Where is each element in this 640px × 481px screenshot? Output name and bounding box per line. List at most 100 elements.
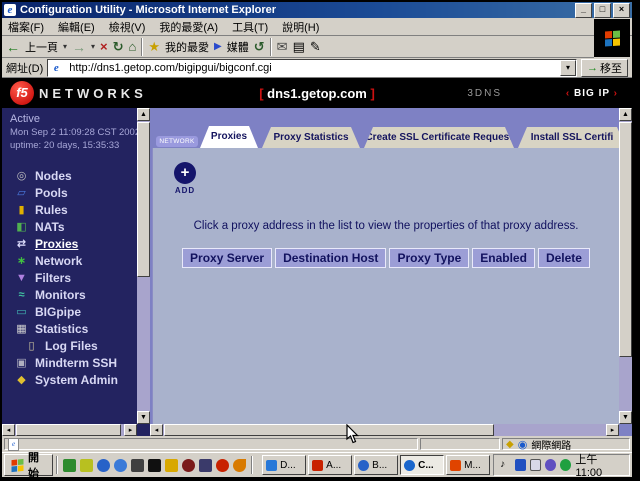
forward-icon[interactable]: → xyxy=(72,39,86,55)
go-arrow-icon: → xyxy=(587,62,598,74)
scroll-right-icon[interactable]: ▸ xyxy=(606,424,619,436)
menu-favorites[interactable]: 我的最愛(A) xyxy=(159,19,218,35)
add-plus-icon[interactable]: + xyxy=(174,162,196,184)
quick-launch-icon[interactable] xyxy=(165,459,178,472)
network-map-button[interactable]: NETWORK MAP xyxy=(156,136,198,147)
sidebar-item-label: Rules xyxy=(35,203,68,217)
quick-launch-icon[interactable] xyxy=(148,459,161,472)
close-button[interactable]: × xyxy=(613,3,630,18)
sidebar-item-network[interactable]: ∗Network xyxy=(2,252,150,269)
task-button-2[interactable]: A... xyxy=(308,455,352,475)
scroll-down-icon[interactable]: ▼ xyxy=(619,411,632,424)
quick-launch-icon[interactable] xyxy=(63,459,76,472)
content-horizontal-scrollbar[interactable]: ◂ ▸ xyxy=(150,424,619,436)
home-icon[interactable]: ⌂ xyxy=(129,39,137,55)
scroll-up-icon[interactable]: ▲ xyxy=(137,108,150,121)
sidebar-item-label: Network xyxy=(35,254,82,268)
media-button-label[interactable]: 媒體 xyxy=(227,39,249,55)
globe-icon: ◉ xyxy=(518,438,528,451)
ime-language-icon[interactable] xyxy=(515,459,526,471)
content-vertical-scrollbar[interactable]: ▲ ▼ xyxy=(619,108,632,424)
scroll-right-icon[interactable]: ▸ xyxy=(124,424,137,436)
task-button-3[interactable]: B... xyxy=(354,455,398,475)
favorites-icon[interactable]: ★ xyxy=(148,39,160,55)
app-icon xyxy=(450,460,461,471)
sidebar-item-proxies[interactable]: ⇄Proxies xyxy=(2,235,150,252)
sidebar-item-mindterm-ssh[interactable]: ▣Mindterm SSH xyxy=(2,354,150,371)
quick-launch-icon[interactable] xyxy=(80,459,93,472)
sidebar-item-statistics[interactable]: ▦Statistics xyxy=(2,320,150,337)
task-button-4-active[interactable]: C... xyxy=(400,455,444,475)
column-header-delete[interactable]: Delete xyxy=(538,248,590,268)
address-input[interactable] xyxy=(69,61,557,74)
print-icon[interactable]: ▤ xyxy=(293,39,305,55)
stop-icon[interactable]: × xyxy=(100,39,108,55)
column-header-enabled[interactable]: Enabled xyxy=(472,248,535,268)
back-dropdown-icon[interactable]: ▾ xyxy=(63,42,67,51)
start-button[interactable]: 開始 xyxy=(4,454,53,476)
history-icon[interactable]: ↺ xyxy=(254,39,265,55)
navigation-sidebar: Active Mon Sep 2 11:09:28 CST 2002 uptim… xyxy=(2,108,150,436)
edit-icon[interactable]: ✎ xyxy=(310,39,321,55)
quick-launch-icon[interactable] xyxy=(114,459,127,472)
tab-create-ssl-certificate-request[interactable]: Create SSL Certificate Request xyxy=(364,127,514,148)
forward-dropdown-icon[interactable]: ▾ xyxy=(91,42,95,51)
tab-proxy-statistics[interactable]: Proxy Statistics xyxy=(262,127,360,148)
tab-proxies[interactable]: Proxies xyxy=(200,126,258,148)
menu-file[interactable]: 檔案(F) xyxy=(8,19,44,35)
menu-tools[interactable]: 工具(T) xyxy=(232,19,268,35)
quick-launch-icon[interactable] xyxy=(233,459,246,472)
sidebar-item-nodes[interactable]: ◎Nodes xyxy=(2,167,150,184)
scrollbar-thumb[interactable] xyxy=(164,424,494,436)
status-uptime: uptime: 20 days, 15:35:33 xyxy=(10,139,150,152)
sidebar-item-log-files[interactable]: ▯Log Files xyxy=(2,337,150,354)
task-button-label: M... xyxy=(464,460,481,471)
scrollbar-thumb[interactable] xyxy=(619,122,632,357)
security-icon: ◆ xyxy=(506,439,514,450)
sidebar-horizontal-scrollbar[interactable]: ◂ ▸ xyxy=(2,424,137,436)
sidebar-item-monitors[interactable]: ≈Monitors xyxy=(2,286,150,303)
sidebar-item-filters[interactable]: ▼Filters xyxy=(2,269,150,286)
favorites-button-label[interactable]: 我的最愛 xyxy=(165,39,209,55)
column-header-proxy-server[interactable]: Proxy Server xyxy=(182,248,272,268)
quick-launch-icon[interactable] xyxy=(199,459,212,472)
menu-help[interactable]: 說明(H) xyxy=(282,19,319,35)
sidebar-item-nats[interactable]: ◧NATs xyxy=(2,218,150,235)
scroll-left-icon[interactable]: ◂ xyxy=(150,424,163,436)
media-icon[interactable]: ▶ xyxy=(214,39,222,55)
refresh-icon[interactable]: ↻ xyxy=(113,39,124,55)
mail-icon[interactable]: ✉ xyxy=(277,39,288,55)
quick-launch-icon[interactable] xyxy=(131,459,144,472)
go-button[interactable]: → 移至 xyxy=(581,59,628,77)
quick-launch-icon[interactable] xyxy=(97,459,110,472)
sidebar-item-system-admin[interactable]: ◆System Admin xyxy=(2,371,150,388)
scrollbar-thumb[interactable] xyxy=(16,424,121,436)
quick-launch-icon[interactable] xyxy=(216,459,229,472)
back-button-label[interactable]: 上一頁 xyxy=(25,39,58,55)
address-dropdown-icon[interactable]: ▾ xyxy=(560,60,576,76)
scroll-left-icon[interactable]: ◂ xyxy=(2,424,15,436)
display-settings-icon[interactable] xyxy=(530,459,541,471)
sidebar-item-pools[interactable]: ▱Pools xyxy=(2,184,150,201)
back-icon[interactable]: ← xyxy=(6,39,20,55)
quick-launch-icon[interactable] xyxy=(182,459,195,472)
tray-app-icon[interactable] xyxy=(545,459,556,471)
network-status-icon[interactable] xyxy=(560,459,571,471)
tab-install-ssl-certificate[interactable]: Install SSL Certifi xyxy=(518,127,626,148)
task-button-5[interactable]: M... xyxy=(446,455,490,475)
task-button-1[interactable]: D... xyxy=(262,455,306,475)
add-button[interactable]: + ADD xyxy=(171,162,199,195)
sidebar-item-rules[interactable]: ▮Rules xyxy=(2,201,150,218)
menu-view[interactable]: 檢視(V) xyxy=(109,19,146,35)
volume-icon[interactable]: ♪ xyxy=(500,459,511,471)
restore-button[interactable]: □ xyxy=(594,3,611,18)
minimize-button[interactable]: _ xyxy=(575,3,592,18)
sidebar-item-bigpipe[interactable]: ▭BIGpipe xyxy=(2,303,150,320)
scrollbar-thumb[interactable] xyxy=(137,122,150,277)
scroll-down-icon[interactable]: ▼ xyxy=(137,411,150,424)
menu-edit[interactable]: 編輯(E) xyxy=(58,19,95,35)
column-header-destination-host[interactable]: Destination Host xyxy=(275,248,386,268)
column-header-proxy-type[interactable]: Proxy Type xyxy=(389,248,469,268)
sidebar-vertical-scrollbar[interactable]: ▲ ▼ xyxy=(137,108,150,424)
scroll-up-icon[interactable]: ▲ xyxy=(619,108,632,121)
